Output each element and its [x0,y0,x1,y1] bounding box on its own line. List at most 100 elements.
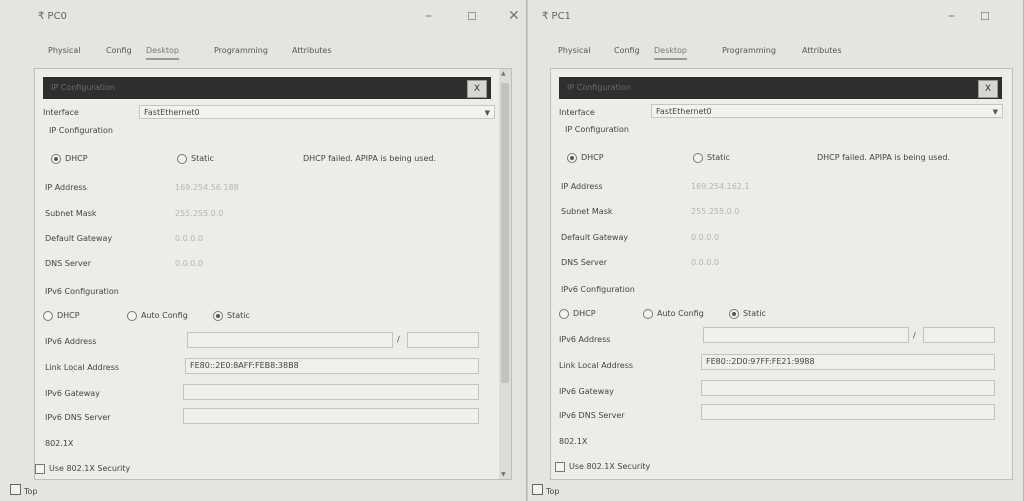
dns-server-value: 0.0.0.0 [175,259,203,268]
ip-address-value: 169.254.56.188 [175,183,239,192]
use-dot1x-checkbox[interactable] [35,464,45,474]
pc0-panel-header: IP Configuration X [43,77,491,99]
dns-server-label: DNS Server [561,258,607,267]
ipv6-address-input[interactable] [703,327,909,343]
dot1x-label: 802.1X [559,437,588,446]
dhcp-radio[interactable] [567,153,577,163]
dhcp-label: DHCP [65,154,88,163]
tab-programming[interactable]: Programming [722,46,776,58]
ipv6-dns-input[interactable] [701,404,995,420]
maximize-button[interactable]: ☐ [980,10,990,23]
subnet-mask-label: Subnet Mask [45,209,97,218]
interface-select[interactable]: FastEthernet0 ▼ [651,104,1003,118]
static-label: Static [191,154,214,163]
pc0-statusbar: Top [0,481,526,501]
minimize-button[interactable]: – [948,8,955,24]
ipv6-auto-config-radio[interactable] [643,309,653,319]
tab-desktop[interactable]: Desktop [654,46,687,60]
dns-server-label: DNS Server [45,259,91,268]
pc-icon: ₹ [542,11,552,22]
pc0-title: ₹ PC0 [38,11,67,22]
tab-config[interactable]: Config [614,46,640,58]
close-button[interactable]: ✕ [508,8,520,24]
static-radio[interactable] [177,154,187,164]
panel-close-button[interactable]: X [467,80,487,98]
tab-programming[interactable]: Programming [214,46,268,58]
link-local-input[interactable]: FE80::2E0:8AFF:FEB8:38B8 [185,358,479,374]
pc0-ip-config-panel: IP Configuration X Interface FastEtherne… [34,68,512,480]
ipv6-prefix-input[interactable] [923,327,995,343]
ipv6-auto-config-label: Auto Config [657,309,704,318]
interface-select[interactable]: FastEthernet0 ▼ [139,105,495,119]
ipv6-gateway-input[interactable] [701,380,995,396]
pc1-window: ₹ PC1 – ☐ Physical Config Desktop Progra… [528,0,1024,501]
ipv6-dhcp-radio[interactable] [559,309,569,319]
tab-physical[interactable]: Physical [48,46,81,58]
tab-attributes[interactable]: Attributes [292,46,332,58]
ipv6-dhcp-radio[interactable] [43,311,53,321]
panel-close-button[interactable]: X [978,80,998,98]
ip-address-label: IP Address [45,183,87,192]
dns-server-value: 0.0.0.0 [691,258,719,267]
link-local-input[interactable]: FE80::2D0:97FF:FE21:9988 [701,354,995,370]
ipv6-dns-input[interactable] [183,408,479,424]
panel-scrollbar[interactable]: ▲ ▼ [499,69,511,479]
tab-physical[interactable]: Physical [558,46,591,58]
pc1-ip-config-panel: IP Configuration X Interface FastEtherne… [550,68,1013,480]
dhcp-label: DHCP [581,153,604,162]
ipv6-address-label: IPv6 Address [45,337,97,346]
tab-attributes[interactable]: Attributes [802,46,842,58]
ip-config-label: IP Configuration [565,125,629,134]
ipv6-static-radio[interactable] [213,311,223,321]
ipv6-auto-config-radio[interactable] [127,311,137,321]
ipv6-address-input[interactable] [187,332,393,348]
pc0-window: ₹ PC0 – ☐ ✕ Physical Config Desktop Prog… [0,0,527,501]
ip-address-label: IP Address [561,182,603,191]
static-radio[interactable] [693,153,703,163]
tab-desktop[interactable]: Desktop [146,46,179,60]
ipv6-dns-label: IPv6 DNS Server [45,413,111,422]
pc1-titlebar[interactable]: ₹ PC1 – ☐ [528,0,1023,34]
pc1-title: ₹ PC1 [542,11,571,22]
pc0-tabs: Physical Config Desktop Programming Attr… [48,46,526,66]
tab-config[interactable]: Config [106,46,132,58]
use-dot1x-checkbox[interactable] [555,462,565,472]
pc1-statusbar: Top [528,481,1023,501]
interface-label: Interface [43,108,79,117]
scroll-down-icon[interactable]: ▼ [501,471,506,478]
top-label: Top [546,487,560,496]
ip-address-value: 169.254.162.1 [691,182,750,191]
subnet-mask-value: 255.255.0.0 [175,209,224,218]
ipv6-static-label: Static [227,311,250,320]
pc0-titlebar[interactable]: ₹ PC0 – ☐ ✕ [0,0,526,34]
top-label: Top [24,487,38,496]
maximize-button[interactable]: ☐ [467,10,477,23]
top-checkbox[interactable] [532,484,543,495]
ipv6-auto-config-label: Auto Config [141,311,188,320]
panel-title: IP Configuration [567,83,631,92]
top-checkbox[interactable] [10,484,21,495]
use-dot1x-label: Use 802.1X Security [569,462,651,471]
ipv6-static-radio[interactable] [729,309,739,319]
dot1x-label: 802.1X [45,439,74,448]
ipv6-address-label: IPv6 Address [559,335,611,344]
dhcp-radio[interactable] [51,154,61,164]
scroll-up-icon[interactable]: ▲ [501,70,506,77]
link-local-label: Link Local Address [45,363,120,372]
default-gateway-label: Default Gateway [45,234,113,243]
ipv6-dhcp-label: DHCP [57,311,80,320]
minimize-button[interactable]: – [425,8,432,24]
prefix-separator: / [913,331,916,340]
use-dot1x-label: Use 802.1X Security [49,464,131,473]
ipv6-gateway-label: IPv6 Gateway [559,387,614,396]
chevron-down-icon: ▼ [992,108,998,116]
ipv6-prefix-input[interactable] [407,332,479,348]
ipv6-gateway-input[interactable] [183,384,479,400]
panel-title: IP Configuration [51,83,115,92]
ipv6-config-label: IPv6 Configuration [561,285,635,294]
default-gateway-value: 0.0.0.0 [691,233,719,242]
scrollbar-thumb[interactable] [501,83,509,383]
ipv6-static-label: Static [743,309,766,318]
link-local-label: Link Local Address [559,361,634,370]
default-gateway-label: Default Gateway [561,233,629,242]
